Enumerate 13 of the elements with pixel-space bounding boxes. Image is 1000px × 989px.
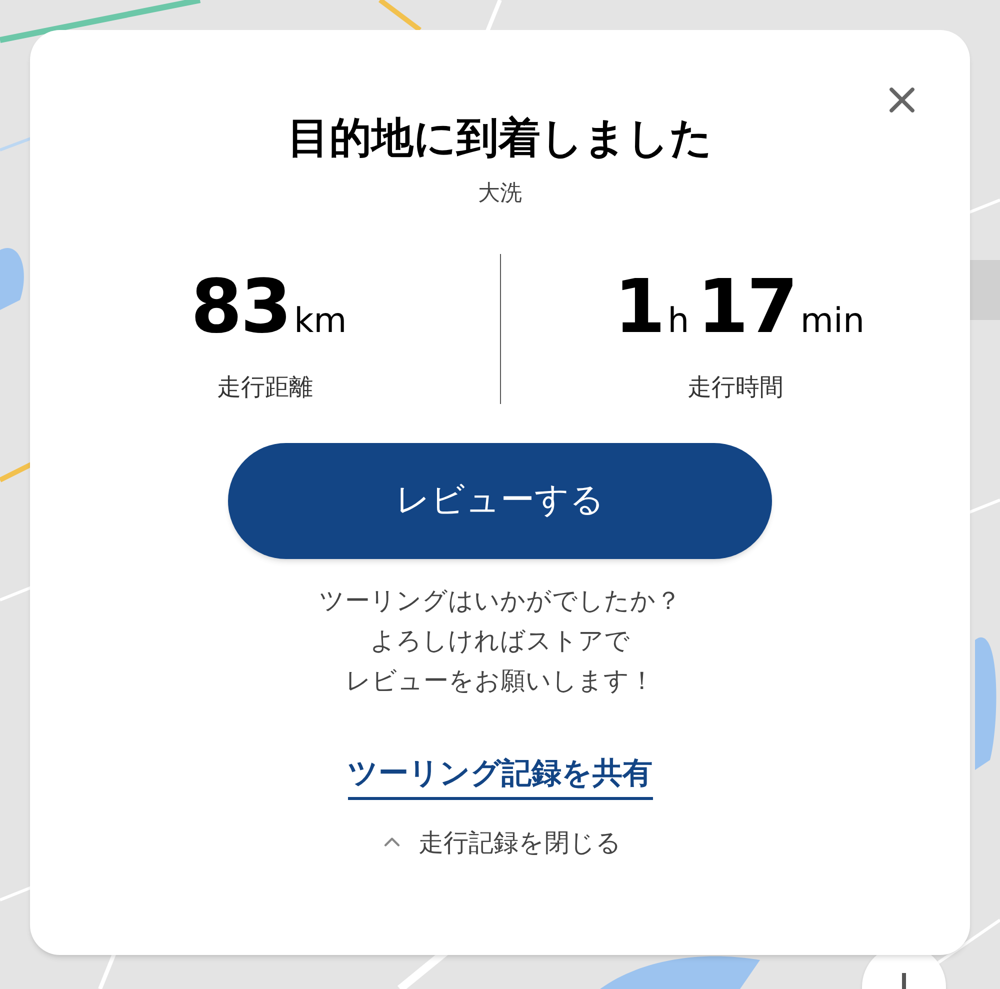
review-message-line: ツーリングはいかがでしたか？: [319, 584, 681, 616]
review-message-line: レビューをお願いします！: [346, 664, 654, 696]
dialog-title: 目的地に到着しました: [288, 112, 712, 164]
stat-value: 83 km: [190, 270, 347, 346]
stat-label: 走行距離: [216, 372, 313, 402]
review-button[interactable]: レビューする: [228, 442, 772, 558]
destination-name: 大洗: [478, 180, 522, 208]
stat-value: 1 h 17 min: [612, 270, 865, 346]
collapse-toggle[interactable]: 走行記録を閉じる: [378, 824, 622, 861]
plus-icon: [902, 973, 906, 989]
stat-label: 走行時間: [687, 372, 784, 402]
share-link[interactable]: ツーリング記録を共有: [348, 750, 652, 800]
review-message-line: よろしければストアで: [370, 624, 630, 656]
